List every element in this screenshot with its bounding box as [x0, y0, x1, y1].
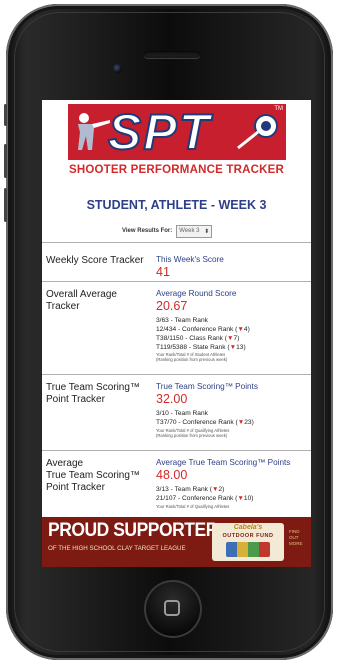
clay-target-icon: [237, 114, 278, 150]
average-round-score-heading: Average Round Score: [156, 289, 237, 298]
true-team-points-value: 32.00: [156, 392, 188, 406]
trademark-mark: TM: [274, 106, 283, 112]
rank-note: (Ranking position from previous week): [156, 433, 228, 438]
volume-up-button: [4, 144, 7, 178]
banner-headline: PROUD SUPPORTER: [48, 520, 218, 541]
detail-text: T37/70 - Conference Rank (: [156, 419, 238, 426]
weekly-score-heading: This Week's Score: [156, 255, 224, 264]
label-line: True Team Scoring™: [46, 470, 140, 481]
label-line: Tracker: [46, 301, 80, 312]
home-button[interactable]: [144, 580, 202, 638]
week-select-value: Week 3: [179, 228, 200, 234]
detail-text: 12/434 - Conference Rank (: [156, 326, 238, 333]
front-camera-icon: [113, 64, 122, 73]
divider: [42, 450, 311, 451]
sponsor-emblem-icon: [226, 542, 270, 557]
weekly-score-value: 41: [156, 265, 170, 279]
app-subtitle: SHOOTER PERFORMANCE TRACKER: [69, 164, 284, 176]
rank-change: 2: [218, 486, 223, 493]
avg-true-team-points-value: 48.00: [156, 468, 188, 482]
weekly-score-tracker-label: Weekly Score Tracker: [46, 255, 144, 266]
label-line: Average: [46, 458, 84, 469]
label-line: True Team Scoring™: [46, 382, 140, 393]
rank-change: 23: [244, 419, 252, 426]
sponsor-sub: OUTDOOR FUND: [222, 533, 274, 539]
phone-frame: SPT TM SHOOTER PERFORMANCE TRACKER STUDE…: [4, 4, 333, 660]
view-results-row: View Results For: Week 3 ⬍: [122, 223, 213, 239]
rank-change: 13: [236, 344, 244, 351]
detail-text: T38/1150 - Class Rank (: [156, 335, 227, 342]
earpiece-speaker: [144, 51, 200, 58]
true-team-points-heading: True Team Scoring™ Points: [156, 382, 258, 391]
detail-text: 3/13 - Team Rank (: [156, 486, 212, 493]
detail-text: 21/107 - Conference Rank (: [156, 495, 238, 502]
proud-supporter-banner[interactable]: PROUD SUPPORTER OF THE HIGH SCHOOL CLAY …: [42, 517, 311, 567]
home-button-icon: [164, 600, 180, 616]
banner-subline: OF THE HIGH SCHOOL CLAY TARGET LEAGUE: [48, 545, 186, 552]
average-round-score-value: 20.67: [156, 299, 188, 313]
volume-down-button: [4, 188, 7, 222]
avg-true-team-points-heading: Average True Team Scoring™ Points: [156, 458, 291, 467]
overall-average-tracker-label: Overall Average Tracker: [46, 289, 117, 313]
true-team-tracker-label: True Team Scoring™ Point Tracker: [46, 382, 140, 406]
label-line: Overall Average: [46, 289, 117, 300]
divider: [42, 374, 311, 375]
conference-rank-line: T37/70 - Conference Rank (▼23): [156, 419, 254, 426]
rank-change: 10: [243, 495, 252, 502]
divider: [42, 281, 311, 282]
team-rank-line: 3/13 - Team Rank (▼2): [156, 486, 225, 493]
rank-change: 4: [243, 326, 248, 333]
week-select[interactable]: Week 3 ⬍: [176, 224, 213, 238]
label-line: Point Tracker: [46, 482, 105, 493]
select-arrows-icon: ⬍: [204, 228, 210, 235]
mute-switch: [4, 104, 7, 126]
conference-rank-line: 21/107 - Conference Rank (▼10): [156, 495, 254, 502]
sponsor-logo[interactable]: Cabela's OUTDOOR FUND: [212, 523, 284, 561]
team-rank-line: 3/10 - Team Rank: [156, 410, 208, 417]
avg-true-team-tracker-label: Average True Team Scoring™ Point Tracker: [46, 458, 140, 494]
page-title: STUDENT, ATHLETE - WEEK 3: [86, 198, 267, 212]
divider: [42, 242, 311, 243]
sponsor-name: Cabela's: [233, 524, 263, 531]
view-results-label: View Results For:: [122, 228, 173, 234]
shooter-silhouette-icon: [78, 113, 110, 150]
state-rank-line: T119/5388 - State Rank (▼13): [156, 344, 246, 351]
spt-logo: SPT TM: [68, 104, 286, 160]
conference-rank-line: 12/434 - Conference Rank (▼4): [156, 326, 250, 333]
phone-screen: SPT TM SHOOTER PERFORMANCE TRACKER STUDE…: [42, 100, 311, 567]
rank-note: Your Rank/Total # of Qualifying Athletes: [156, 504, 230, 509]
rank-note: (Ranking position from previous week): [156, 357, 228, 362]
rank-change: 7: [233, 335, 238, 342]
label-line: Point Tracker: [46, 394, 105, 405]
detail-text: T119/5388 - State Rank (: [156, 344, 230, 351]
find-out-more-link[interactable]: FIND OUT MORE: [289, 529, 309, 547]
class-rank-line: T38/1150 - Class Rank (▼7): [156, 335, 240, 342]
team-rank-line: 3/63 - Team Rank: [156, 317, 208, 324]
